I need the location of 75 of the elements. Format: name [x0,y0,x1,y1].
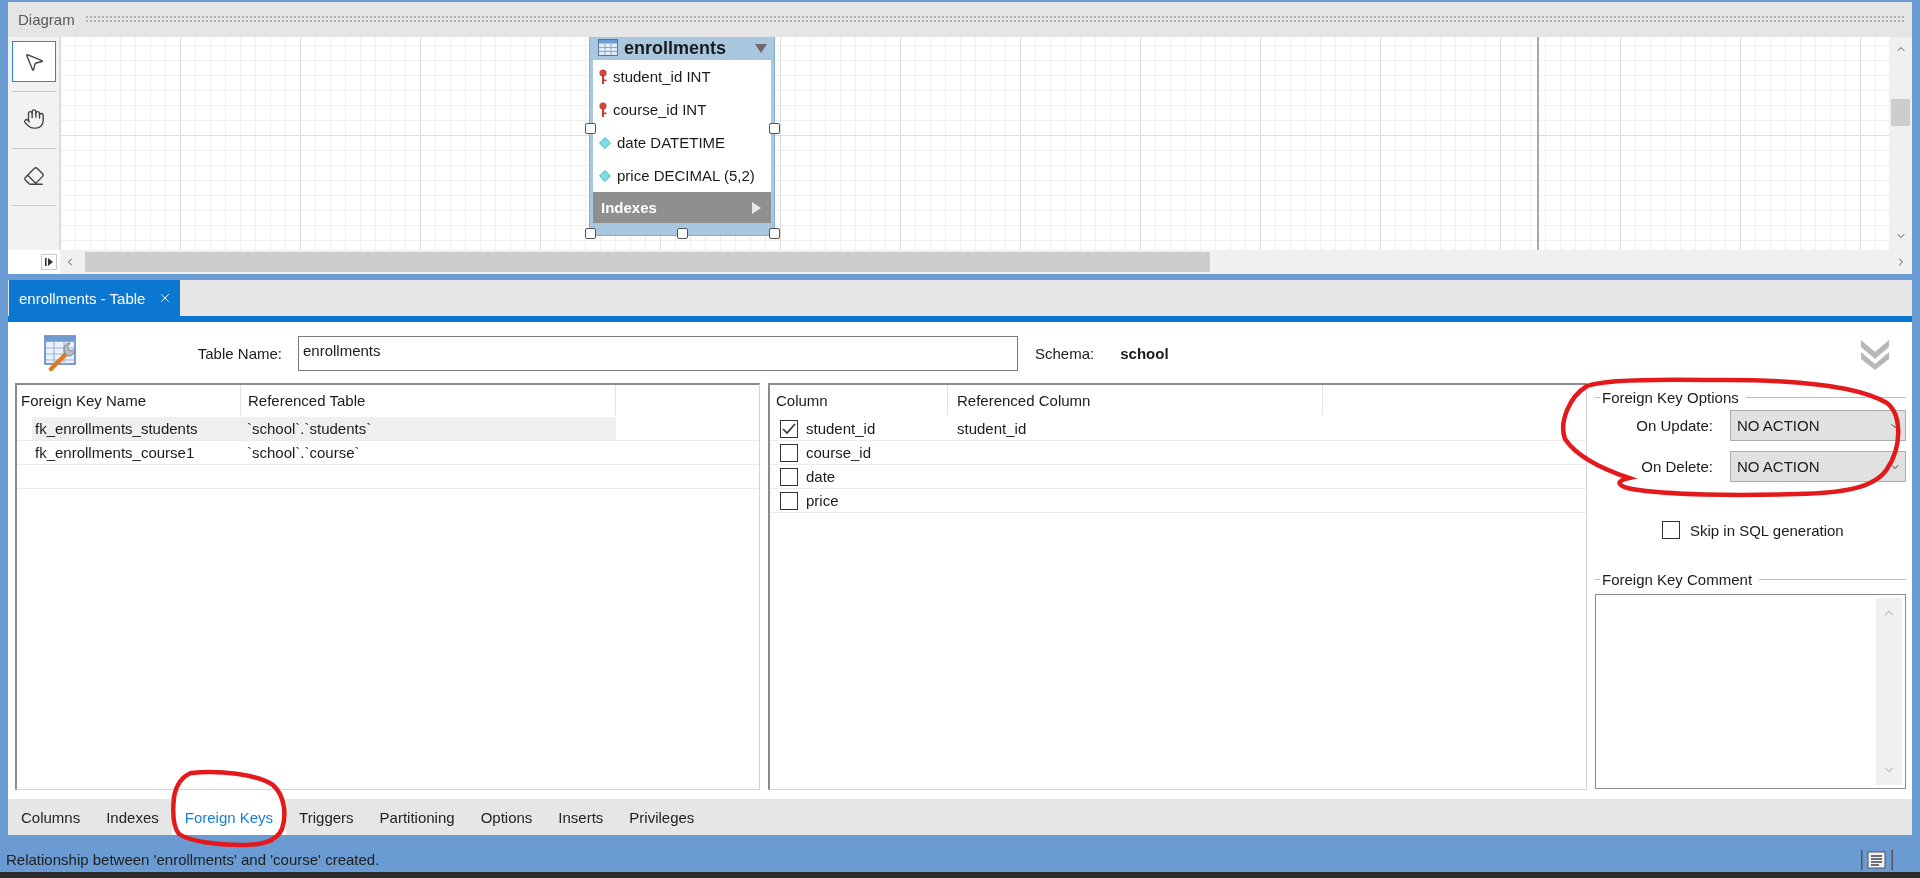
checkbox[interactable] [780,419,798,438]
column-header: Foreign Key Name [17,385,241,415]
tab[interactable]: Triggers [286,799,367,835]
key-icon [599,69,607,84]
column-header: Referenced Table [241,385,616,415]
triangle-right-icon[interactable] [751,201,761,214]
group-title: Foreign Key Comment [1602,571,1753,588]
scrollbar-thumb[interactable] [1891,99,1910,126]
tab[interactable]: Partitioning [366,799,468,835]
column-label: price DECIMAL (5,2) [617,167,755,184]
table-cell-text: fk_enrollments_students [34,420,199,437]
action-dropdown[interactable]: NO ACTION [1730,451,1906,482]
column-header: Column [770,385,948,415]
field-label: Schema: [1035,345,1095,362]
checkbox-label: Skip in SQL generation [1690,521,1844,539]
table-cell: price [806,492,839,509]
diagram-canvas[interactable]: enrollments student_id INT course_id INT date DATETIME price DECIMAL (5,2) Indexes [60,37,1889,250]
section-label: Indexes [601,199,657,216]
checkbox[interactable] [780,467,798,486]
column-label: student_id INT [613,68,711,85]
editor-tab[interactable]: enrollments - Table [9,280,181,316]
key-icon [599,102,607,117]
table-cell: student_id [806,420,876,437]
table-cell: student_id [957,420,1027,437]
column-grid[interactable]: Column Referenced Column student_id student_id course_id date price [768,383,1587,790]
field-label: Table Name: [196,345,282,362]
table-name-field[interactable]: enrollments [298,336,1018,371]
hand-icon [22,107,45,130]
checkbox[interactable] [780,443,798,462]
checkbox[interactable] [780,491,798,510]
diamond-icon [599,169,611,182]
checkbox[interactable] [1662,521,1680,539]
tab[interactable]: Inserts [545,799,617,835]
table-cell: date [806,468,836,485]
scrollbar[interactable] [1889,37,1912,250]
table-icon [598,39,618,56]
eraser-icon [22,164,45,187]
tool-button[interactable] [11,41,56,82]
group-title: Foreign Key Options [1602,388,1739,406]
field-label: On Update: [1635,417,1713,434]
action-dropdown[interactable]: NO ACTION [1730,410,1906,441]
tab[interactable]: Foreign Keys [171,799,287,835]
tab[interactable]: Indexes [93,799,172,835]
resize-handle[interactable] [585,123,596,134]
field-label: On Delete: [1640,458,1713,475]
column-header: Referenced Column [948,385,1323,415]
tab[interactable]: Columns [8,799,94,835]
scrollbar-thumb[interactable] [85,252,1210,272]
table-cell: course_id [806,444,872,461]
column-label: date DATETIME [617,134,726,151]
triangle-bar-icon[interactable] [41,254,57,270]
foreign-key-grid[interactable]: Foreign Key Name Referenced Table fk_enrollments_students `school`.`students` fk_enrollments_course1 `school`.`course` [15,383,760,790]
schema-name: school [1120,345,1169,362]
resize-handle[interactable] [585,228,596,239]
tab[interactable]: Privileges [616,799,708,835]
diamond-icon [599,136,611,149]
table-node-title: enrollments [624,37,728,58]
table-cell-text: `school`.`students` [246,420,373,437]
table-cell-text: fk_enrollments_course1 [34,444,196,461]
column-label: course_id INT [613,101,707,118]
scrollbar[interactable] [60,250,1912,274]
resize-handle[interactable] [769,228,780,239]
checkmark-icon [782,422,796,435]
triangle-down-icon[interactable] [755,42,767,53]
table-row[interactable]: fk_enrollments_course1 `school`.`course` [32,441,616,464]
panel-title: Diagram [18,11,75,28]
table-cell-text: `school`.`course` [246,444,361,461]
comment-field[interactable] [1595,594,1906,789]
table-row[interactable]: fk_enrollments_students `school`.`students` [32,417,616,440]
status-text: Relationship between 'enrollments' and 'course' created. [6,851,380,868]
table-node[interactable]: enrollments student_id INT course_id INT date DATETIME price DECIMAL (5,2) Indexes [589,37,775,236]
resize-handle[interactable] [769,123,780,134]
resize-handle[interactable] [677,228,688,239]
document-lines-icon[interactable] [1861,849,1893,870]
tab[interactable]: Options [467,799,546,835]
